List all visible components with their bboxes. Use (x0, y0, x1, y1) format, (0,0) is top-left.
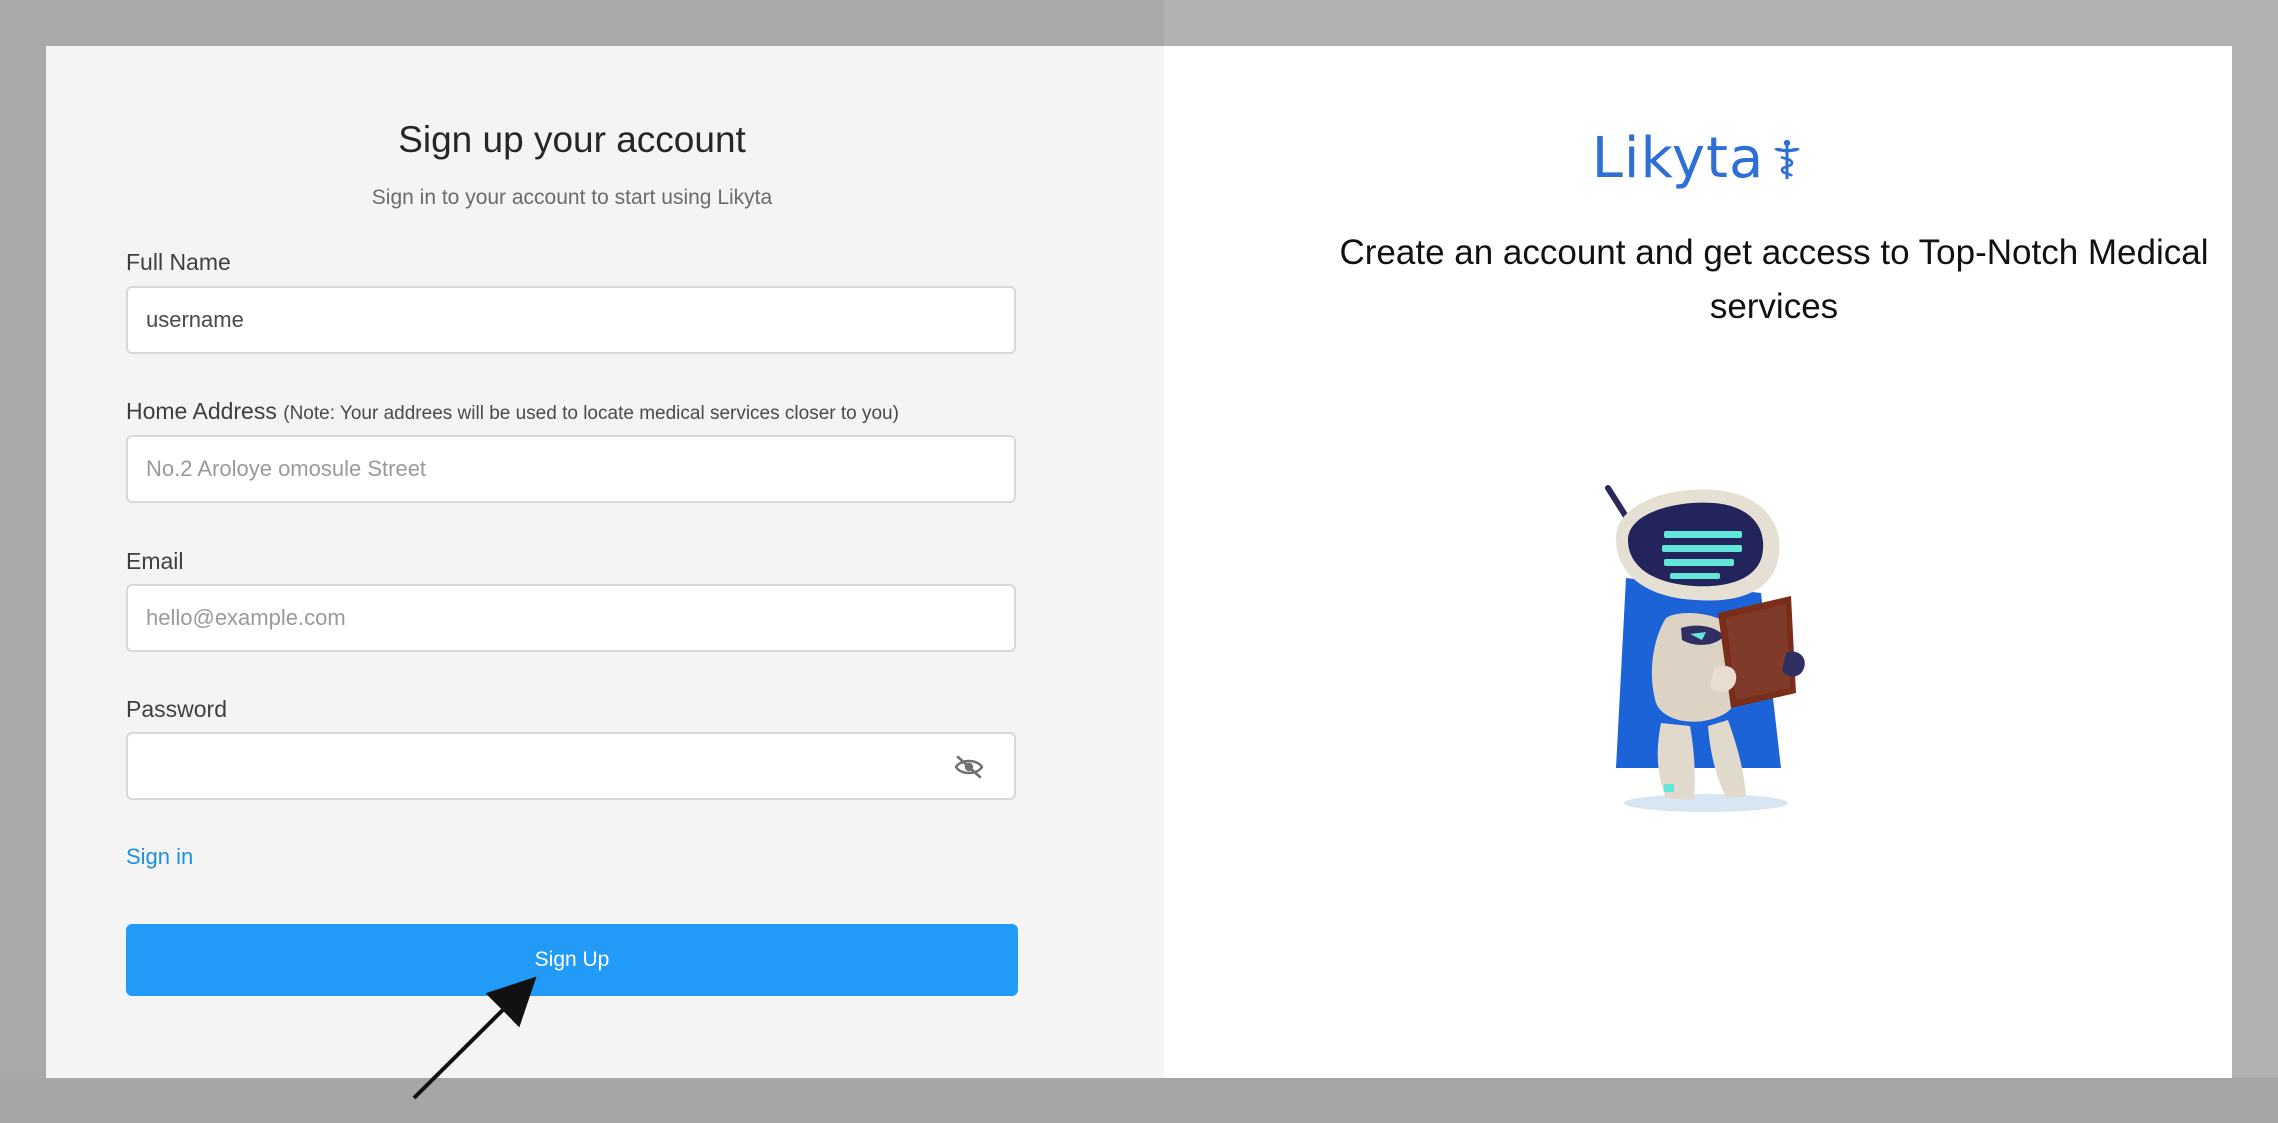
full-name-label-text: Full Name (126, 249, 231, 275)
form-title: Sign up your account (398, 119, 746, 160)
email-field[interactable] (126, 584, 1016, 652)
email-label: Email (126, 548, 184, 575)
signup-form-panel: Sign up your account Sign in to your acc… (46, 46, 1164, 1078)
email-input[interactable] (128, 586, 948, 650)
robot-illustration (1605, 485, 1805, 812)
promo-panel: Likyta Create an account and get access … (1164, 46, 2232, 1078)
home-address-field[interactable] (126, 435, 1016, 503)
password-label-text: Password (126, 696, 227, 722)
email-label-text: Email (126, 548, 184, 574)
brand-logo: Likyta (1164, 126, 2232, 191)
password-input[interactable] (128, 734, 948, 798)
home-address-note: (Note: Your addrees will be used to loca… (283, 403, 899, 424)
full-name-field[interactable] (126, 286, 1016, 354)
full-name-input[interactable] (128, 288, 948, 352)
caduceus-icon (1774, 139, 1801, 179)
sign-in-link[interactable]: Sign in (126, 844, 193, 870)
home-address-input[interactable] (128, 437, 948, 501)
sign-up-button[interactable]: Sign Up (126, 924, 1018, 996)
password-field[interactable] (126, 732, 1016, 800)
eye-off-icon[interactable] (954, 755, 984, 779)
home-address-label: Home Address (Note: Your addrees will be… (126, 398, 899, 425)
screen-dim-overlay-bottom (0, 1078, 2278, 1123)
full-name-label: Full Name (126, 249, 231, 276)
promo-headline: Create an account and get access to Top-… (1339, 233, 2209, 326)
home-address-label-text: Home Address (126, 398, 277, 424)
form-subtitle: Sign in to your account to start using L… (371, 186, 773, 209)
brand-name: Likyta (1591, 126, 1765, 191)
password-label: Password (126, 696, 227, 723)
